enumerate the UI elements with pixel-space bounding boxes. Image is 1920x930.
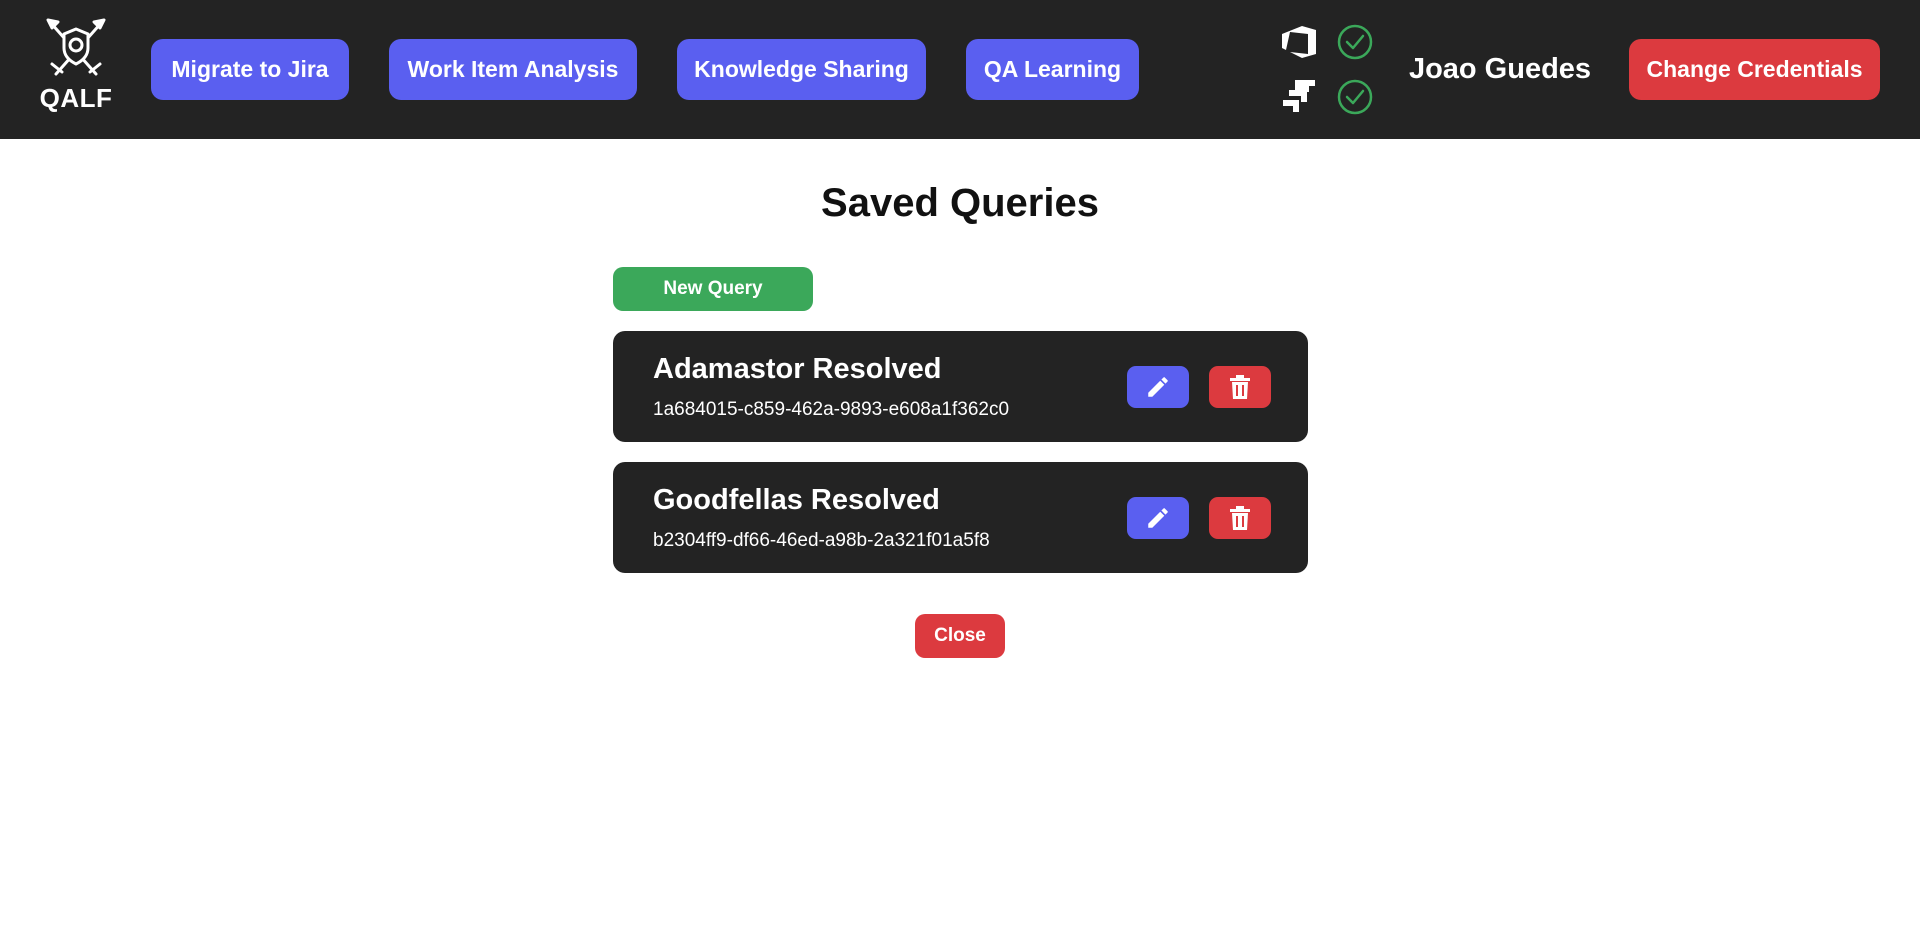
- close-button[interactable]: Close: [915, 614, 1005, 658]
- nav-migrate-to-jira-button[interactable]: Migrate to Jira: [151, 39, 349, 100]
- azure-devops-icon: [1282, 26, 1316, 58]
- trash-icon: [1230, 506, 1250, 530]
- change-credentials-button[interactable]: Change Credentials: [1629, 39, 1880, 100]
- nav-knowledge-sharing-button[interactable]: Knowledge Sharing: [677, 39, 926, 100]
- delete-query-button[interactable]: [1209, 497, 1271, 539]
- query-id: b2304ff9-df66-46ed-a98b-2a321f01a5f8: [653, 530, 990, 551]
- nav-work-item-analysis-button[interactable]: Work Item Analysis: [389, 39, 637, 100]
- edit-query-button[interactable]: [1127, 366, 1189, 408]
- delete-query-button[interactable]: [1209, 366, 1271, 408]
- app-logo-text: QALF: [39, 83, 113, 113]
- query-card: Goodfellas Resolved b2304ff9-df66-46ed-a…: [613, 462, 1308, 573]
- query-id: 1a684015-c859-462a-9893-e608a1f362c0: [653, 399, 1010, 420]
- nav-qa-learning-button[interactable]: QA Learning: [966, 39, 1139, 100]
- pencil-icon: [1148, 377, 1168, 397]
- shield-swords-icon: [46, 18, 106, 76]
- new-query-button[interactable]: New Query: [613, 267, 813, 311]
- query-name: Adamastor Resolved: [653, 353, 942, 385]
- query-list: Adamastor Resolved 1a684015-c859-462a-98…: [613, 331, 1308, 593]
- check-circle-icon: [1337, 24, 1373, 60]
- page-title: Saved Queries: [821, 181, 1099, 225]
- trash-icon: [1230, 375, 1250, 399]
- check-circle-icon: [1337, 79, 1373, 115]
- user-name: Joao Guedes: [1408, 53, 1592, 85]
- app-logo[interactable]: QALF: [36, 18, 116, 118]
- edit-query-button[interactable]: [1127, 497, 1189, 539]
- query-card: Adamastor Resolved 1a684015-c859-462a-98…: [613, 331, 1308, 442]
- jira-icon: [1283, 80, 1315, 112]
- top-navigation-bar: QALF Migrate to Jira Work Item Analysis …: [0, 0, 1920, 139]
- pencil-icon: [1148, 508, 1168, 528]
- query-name: Goodfellas Resolved: [653, 484, 940, 516]
